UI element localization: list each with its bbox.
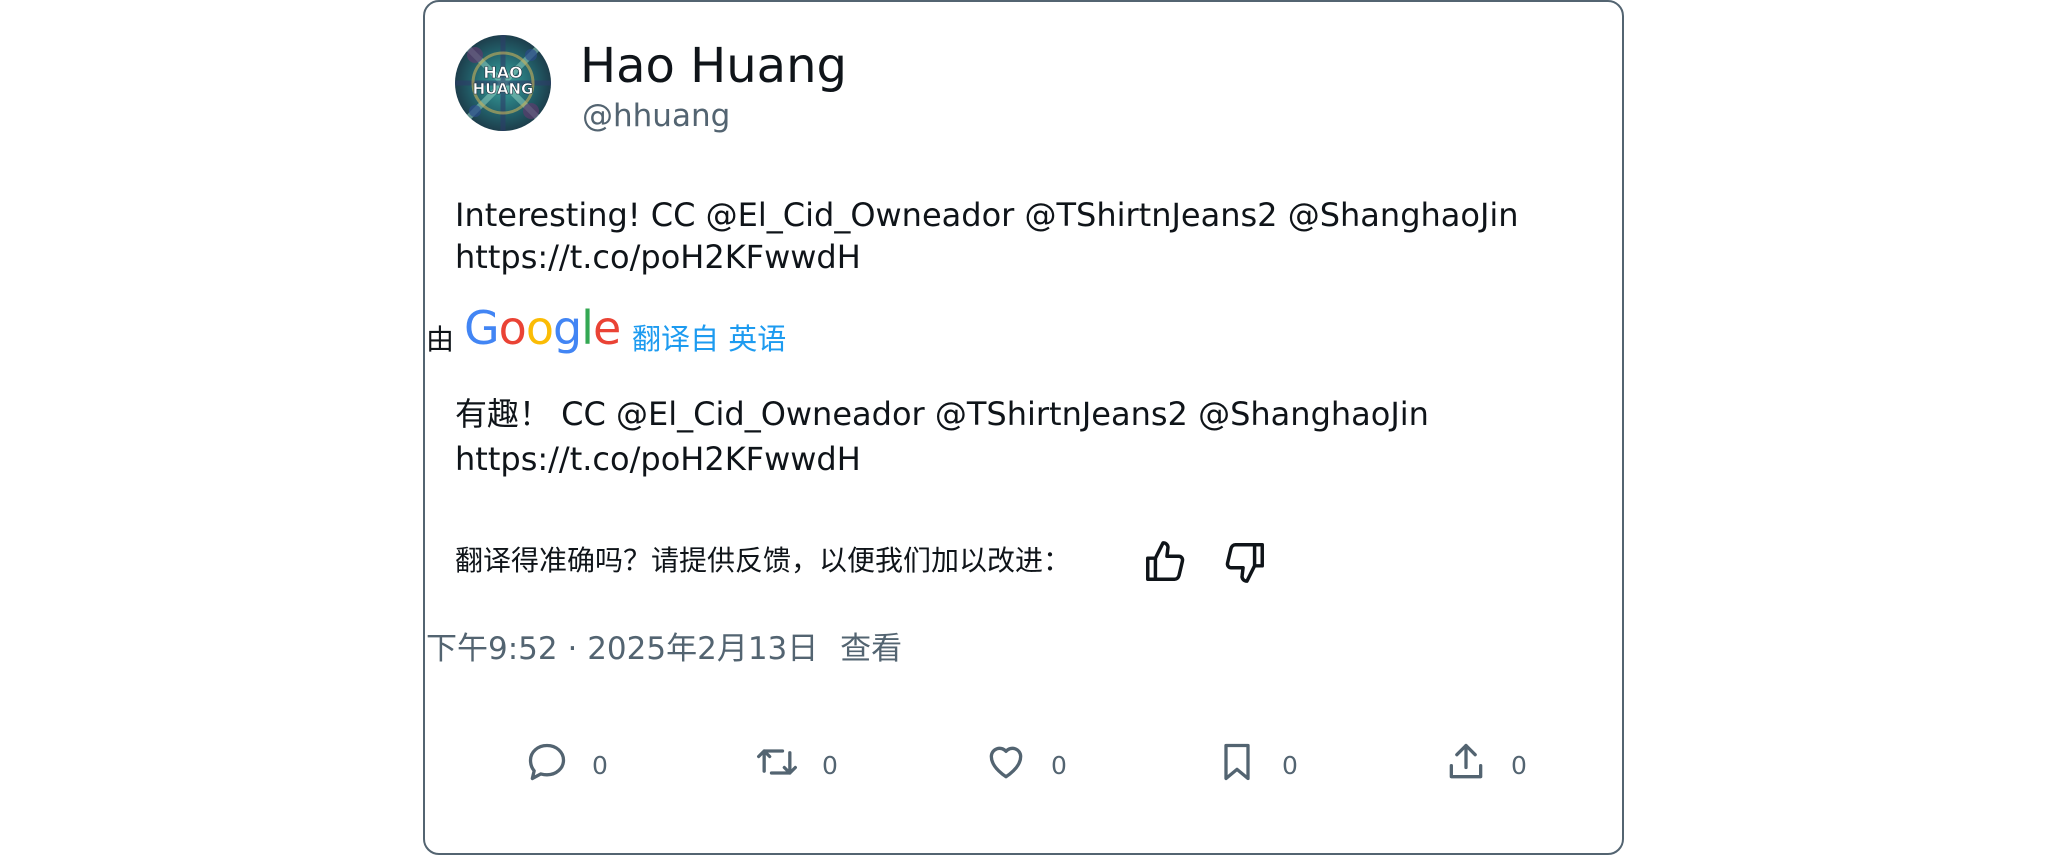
share-icon (1449, 743, 1483, 779)
reply-count: 0 (592, 751, 608, 780)
view-link[interactable]: 查看 (840, 631, 902, 667)
avatar[interactable]: HAO HUANG (455, 35, 551, 131)
tweet-card: HAO HUANG Hao Huang @hhuang Interesting!… (423, 0, 1624, 855)
timestamp-separator: · (567, 631, 578, 667)
author-handle[interactable]: @hhuang (582, 96, 730, 136)
action-bar: 0 0 0 0 0 (425, 732, 1622, 792)
avatar-text-2: HUANG (473, 80, 534, 98)
tweet-time[interactable]: 下午9:52 (426, 631, 558, 667)
retweet-icon (757, 749, 797, 775)
feedback-prompt: 翻译得准确吗？请提供反馈，以便我们加以改进： (455, 544, 1072, 577)
thumbs-down-icon[interactable] (1222, 539, 1268, 585)
author-display-name[interactable]: Hao Huang (580, 36, 847, 96)
tweet-timestamp: 下午9:52 · 2025年2月13日 查看 (426, 628, 902, 670)
tweet-date[interactable]: 2025年2月13日 (587, 631, 818, 667)
heart-icon (989, 746, 1023, 779)
like-count: 0 (1051, 751, 1067, 780)
bookmark-count: 0 (1282, 751, 1298, 780)
translated-from-link[interactable]: 翻译自 英语 (632, 320, 786, 358)
translated-by-label: 由 (426, 323, 455, 356)
retweet-count: 0 (822, 751, 838, 780)
avatar-image: HAO HUANG (455, 35, 551, 131)
thumbs-up-icon[interactable] (1142, 539, 1188, 585)
tweet-text: Interesting! CC @El_Cid_Owneador @TShirt… (455, 196, 1519, 276)
google-logo: Google (464, 301, 621, 355)
reply-icon (528, 743, 566, 781)
share-count: 0 (1511, 751, 1527, 780)
translated-text: 有趣！ CC @El_Cid_Owneador @TShirtnJeans2 @… (455, 395, 1429, 478)
bookmark-icon (1224, 743, 1250, 781)
